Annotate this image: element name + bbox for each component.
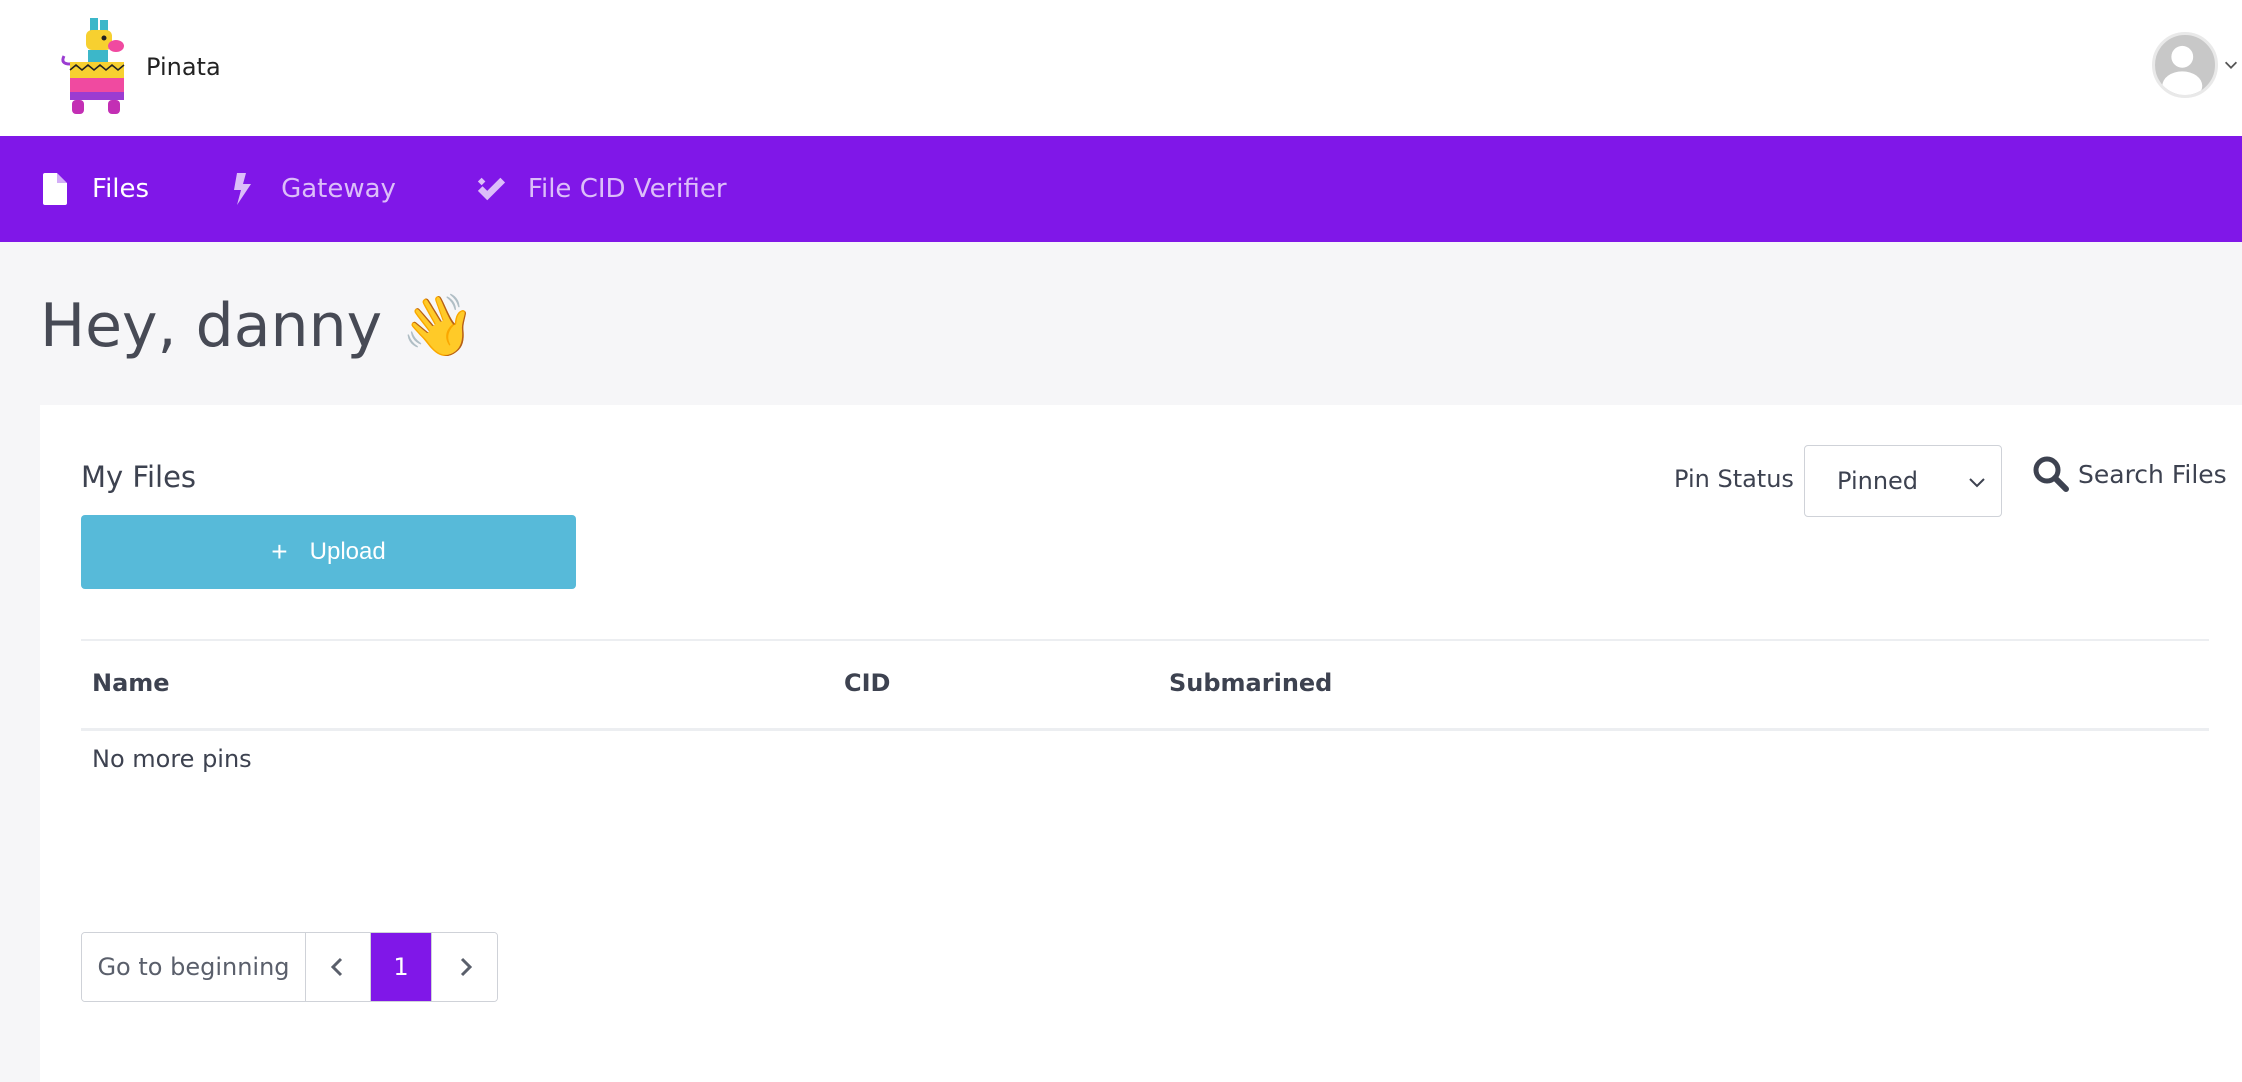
- search-files-button[interactable]: Search Files: [2032, 455, 2227, 493]
- upload-button[interactable]: + Upload: [81, 515, 576, 589]
- pin-status-label: Pin Status: [1674, 465, 1794, 493]
- pin-status-select[interactable]: Pinned: [1804, 445, 2002, 517]
- table-row: No more pins: [81, 731, 2209, 791]
- my-files-title: My Files: [81, 460, 197, 494]
- user-avatar-icon[interactable]: [2152, 32, 2218, 98]
- files-table: Name CID Submarined No more pins: [81, 639, 2209, 791]
- previous-page-button[interactable]: [306, 933, 371, 1001]
- nav-label-file-cid-verifier: File CID Verifier: [527, 174, 727, 204]
- my-files-card: My Files + Upload Pin Status Pinned Sear…: [40, 405, 2242, 1082]
- search-icon: [2033, 456, 2069, 492]
- lightning-bolt-icon: [234, 173, 252, 205]
- upload-label: Upload: [309, 538, 386, 565]
- search-files-label: Search Files: [2078, 459, 2227, 489]
- column-header-submarined[interactable]: Submarined: [1169, 669, 1332, 697]
- account-menu[interactable]: [2152, 32, 2242, 98]
- go-to-beginning-button[interactable]: Go to beginning: [82, 933, 306, 1001]
- nav-label-gateway: Gateway: [281, 174, 396, 204]
- pagination: Go to beginning 1: [81, 932, 498, 1002]
- double-check-icon: [477, 177, 505, 201]
- nav-label-files: Files: [92, 174, 150, 204]
- plus-icon: +: [271, 536, 288, 567]
- main-nav: Files Gateway File CID Verifier: [0, 136, 2242, 242]
- brand[interactable]: Pinata: [60, 18, 221, 116]
- file-icon: [43, 173, 67, 205]
- chevron-left-icon: [330, 957, 343, 977]
- chevron-down-icon[interactable]: [2222, 56, 2240, 74]
- brand-name: Pinata: [146, 53, 221, 81]
- nav-item-gateway[interactable]: Gateway: [229, 173, 396, 205]
- pin-status-value: Pinned: [1837, 467, 1919, 495]
- chevron-down-icon: [1969, 478, 1985, 488]
- chevron-right-icon: [460, 957, 472, 977]
- greeting-heading: Hey, danny 👋: [40, 291, 476, 361]
- page-button-current[interactable]: 1: [371, 933, 432, 1001]
- empty-message: No more pins: [92, 745, 252, 773]
- column-header-name[interactable]: Name: [92, 669, 170, 697]
- column-header-cid[interactable]: CID: [844, 669, 890, 697]
- top-header: Pinata: [0, 0, 2242, 136]
- nav-item-files[interactable]: Files: [40, 173, 149, 205]
- pinata-logo-icon: [61, 18, 125, 114]
- nav-item-file-cid-verifier[interactable]: File CID Verifier: [476, 173, 727, 205]
- next-page-button[interactable]: [432, 933, 497, 1001]
- table-header: Name CID Submarined: [81, 639, 2209, 731]
